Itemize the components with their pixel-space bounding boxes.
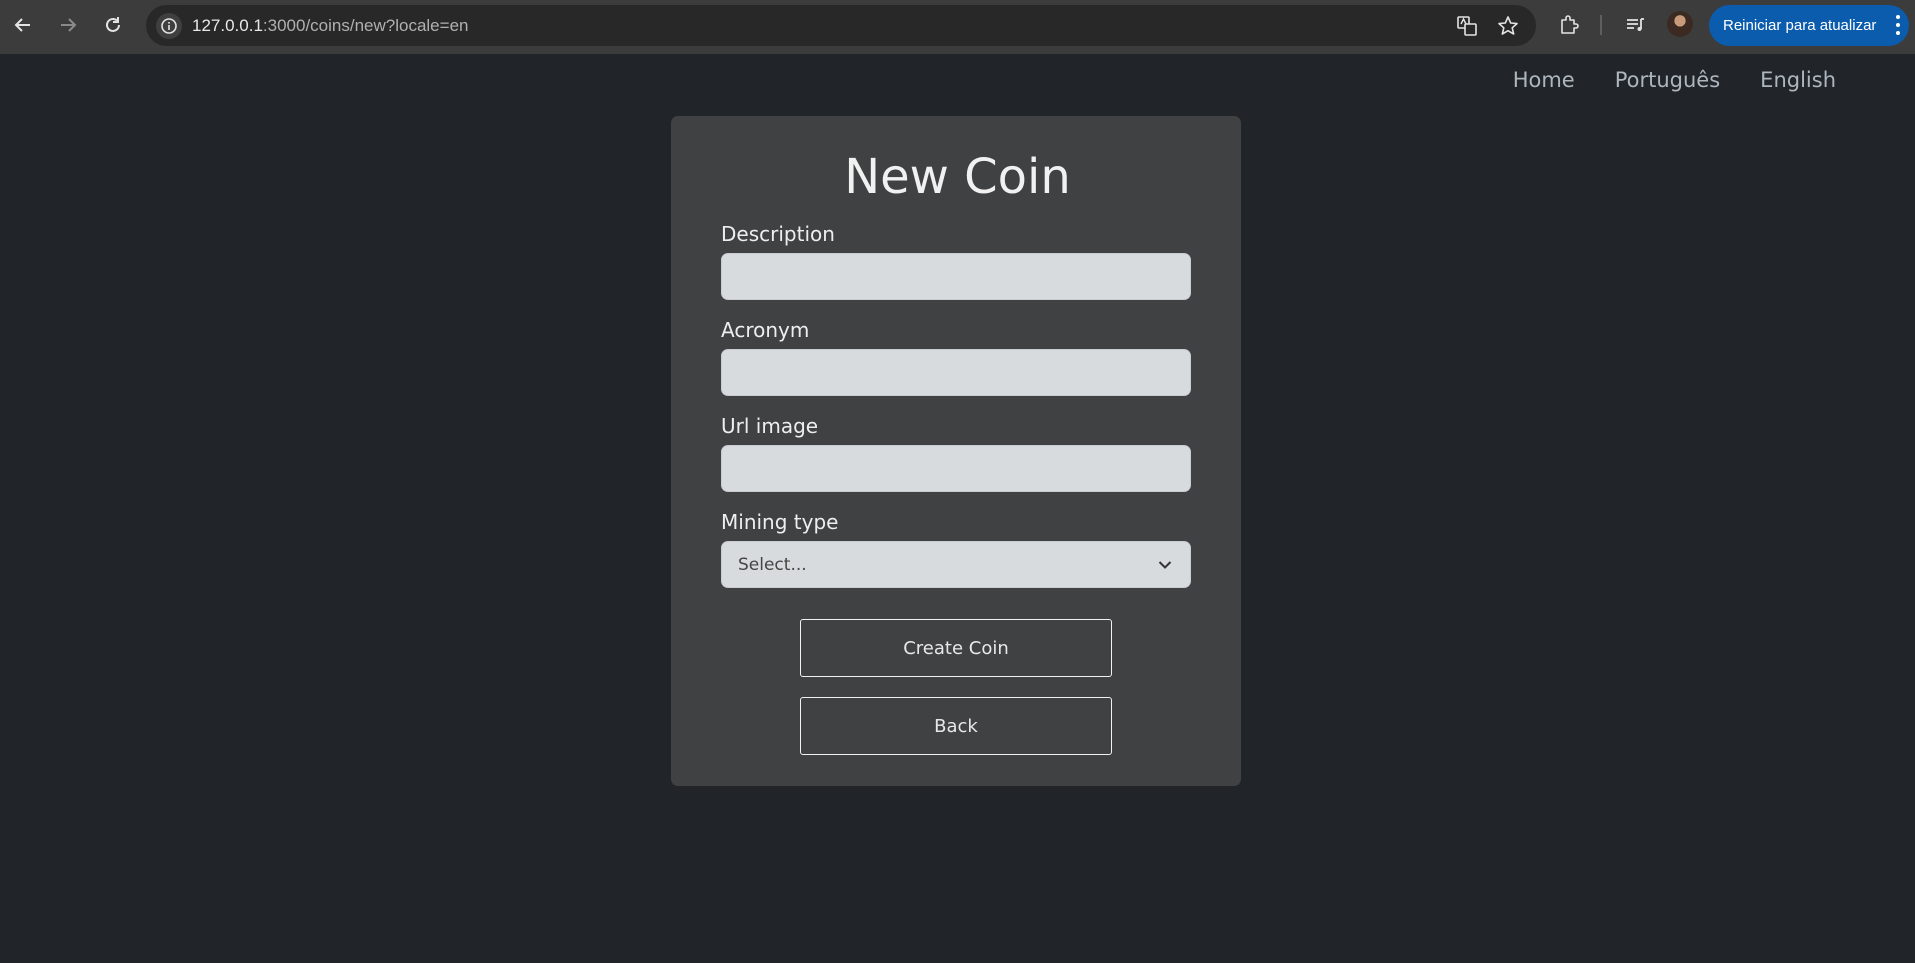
back-button[interactable]: Back	[800, 697, 1112, 755]
update-button[interactable]: Reiniciar para atualizar	[1709, 5, 1909, 46]
url-image-label: Url image	[721, 414, 819, 438]
acronym-label: Acronym	[721, 318, 810, 342]
acronym-input[interactable]	[721, 349, 1191, 396]
description-input[interactable]	[721, 253, 1191, 300]
back-arrow-icon[interactable]	[8, 10, 38, 40]
more-menu-icon[interactable]	[1895, 15, 1901, 35]
site-info-icon[interactable]	[156, 13, 182, 39]
update-button-label: Reiniciar para atualizar	[1723, 17, 1877, 34]
mining-type-label: Mining type	[721, 510, 839, 534]
url-image-input[interactable]	[721, 445, 1191, 492]
chevron-down-icon	[1158, 561, 1172, 569]
bookmark-star-icon[interactable]	[1493, 11, 1523, 41]
url-text[interactable]: 127.0.0.1:3000/coins/new?locale=en	[192, 5, 468, 46]
translate-icon[interactable]	[1452, 11, 1482, 41]
profile-avatar[interactable]	[1667, 11, 1693, 37]
forward-arrow-icon[interactable]	[53, 10, 83, 40]
page-title: New Coin	[844, 149, 1071, 205]
mining-type-selected-value: Select...	[738, 554, 807, 575]
reload-icon[interactable]	[98, 10, 128, 40]
nav-home-link[interactable]: Home	[1513, 68, 1575, 92]
address-bar[interactable]: 127.0.0.1:3000/coins/new?locale=en	[146, 5, 1536, 46]
description-label: Description	[721, 222, 835, 246]
nav-portuguese-link[interactable]: Português	[1615, 68, 1720, 92]
url-host: 127.0.0.1	[192, 16, 263, 35]
url-path: :3000/coins/new?locale=en	[262, 16, 469, 35]
extensions-icon[interactable]	[1554, 10, 1584, 40]
create-coin-button[interactable]: Create Coin	[800, 619, 1112, 677]
site-nav: Home Português English	[1513, 68, 1836, 92]
browser-toolbar: 127.0.0.1:3000/coins/new?locale=en Reini…	[0, 0, 1915, 54]
toolbar-divider	[1600, 15, 1602, 35]
mining-type-select[interactable]: Select...	[721, 541, 1191, 588]
media-control-icon[interactable]	[1621, 10, 1651, 40]
nav-english-link[interactable]: English	[1760, 68, 1836, 92]
